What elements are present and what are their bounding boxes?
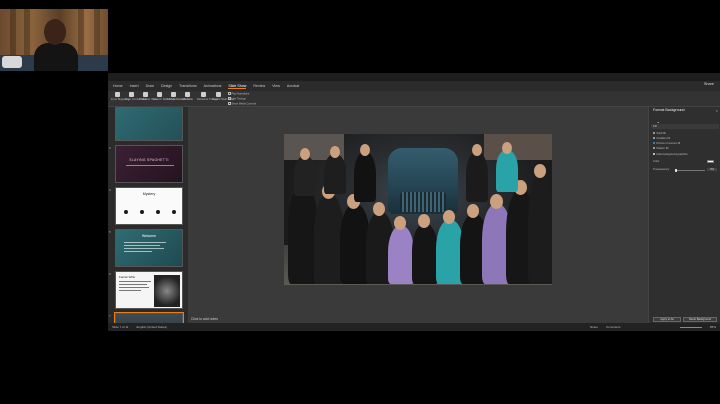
ribbon-tabs: Home Insert Draw Design Transitions Anim… — [108, 81, 720, 91]
group-photo-image[interactable] — [284, 134, 552, 285]
powerpoint-window: Home Insert Draw Design Transitions Anim… — [108, 73, 720, 331]
ribbon-toolbar: From Beginning From Current Slide Presen… — [108, 91, 720, 107]
fill-section-header[interactable]: Fill — [651, 124, 719, 129]
language-indicator[interactable]: English (United States) — [136, 325, 167, 329]
presenter-view-button[interactable]: Presenter View — [139, 92, 157, 105]
zoom-slider[interactable] — [680, 326, 702, 328]
tab-view[interactable]: View — [272, 84, 280, 88]
slide-canvas[interactable] — [188, 107, 648, 323]
record-icon — [215, 92, 221, 97]
notes-toggle[interactable]: Notes — [590, 325, 598, 329]
notes-area[interactable]: Click to add notes — [188, 315, 648, 323]
slide-thumbnail-7[interactable]: 7 — [109, 312, 184, 323]
tab-animations[interactable]: Animations — [204, 84, 222, 88]
show-media-controls-check[interactable]: Show Media Controls — [228, 102, 256, 106]
tab-transitions[interactable]: Transitions — [179, 84, 196, 88]
format-background-pane: Format Background × ◒ Fill Solid fill Gr… — [648, 107, 720, 323]
transparency-label: Transparency — [653, 168, 670, 171]
hide-slide-button[interactable]: Hide Slide — [181, 92, 193, 105]
reset-background-button[interactable]: Reset Background — [683, 317, 717, 322]
slide-thumbnails-panel: 2 3 SLAYING SPAGHETTI 4 Mystery 5 Welcom… — [108, 107, 188, 323]
from-current-slide-button[interactable]: From Current Slide — [125, 92, 147, 105]
transparency-input[interactable]: 0% — [707, 168, 717, 172]
hide-slide-icon — [184, 92, 190, 97]
share-button[interactable]: Share — [704, 82, 714, 86]
record-slide-show-button[interactable]: Record Slide Show — [212, 92, 234, 105]
checkbox-icon — [228, 92, 231, 95]
close-icon[interactable]: × — [716, 108, 718, 113]
custom-show-icon — [156, 92, 162, 97]
tab-acrobat[interactable]: Acrobat — [287, 84, 299, 88]
slide-thumbnail-3[interactable]: 3 SLAYING SPAGHETTI — [109, 145, 183, 183]
solid-fill-radio[interactable]: Solid fill — [653, 132, 666, 135]
tab-slide-show[interactable]: Slide Show — [228, 84, 247, 89]
title-bar — [108, 73, 720, 81]
play-narrations-check[interactable]: Play Narrations — [228, 92, 249, 96]
tab-home[interactable]: Home — [113, 84, 123, 88]
color-picker[interactable] — [707, 160, 714, 164]
setup-icon — [170, 92, 176, 97]
slide-thumbnail-6[interactable]: 6 Farrah Wills — [109, 271, 183, 309]
set-up-slide-show-button[interactable]: Set Up Slide Show — [167, 92, 189, 105]
webcam-video — [0, 9, 108, 71]
tab-insert[interactable]: Insert — [130, 84, 139, 88]
from-beginning-button[interactable]: From Beginning — [111, 92, 129, 105]
zoom-level[interactable]: 85% — [710, 325, 716, 329]
comments-toggle[interactable]: Comments — [606, 325, 621, 329]
picture-fill-radio[interactable]: Picture or texture fill — [653, 142, 680, 145]
apply-to-all-button[interactable]: Apply to All — [653, 317, 681, 322]
gradient-fill-radio[interactable]: Gradient fill — [653, 137, 670, 140]
status-bar: Slide 7 of 11 English (United States) No… — [108, 323, 720, 331]
checkbox-icon — [228, 97, 231, 100]
pane-title: Format Background — [653, 108, 685, 112]
rehearse-timings-button[interactable]: Rehearse Timings — [197, 92, 218, 105]
pattern-fill-radio[interactable]: Pattern fill — [653, 147, 668, 150]
tab-draw[interactable]: Draw — [146, 84, 154, 88]
transparency-slider[interactable] — [675, 169, 705, 172]
hide-background-graphics-check[interactable]: Hide background graphics — [653, 153, 688, 156]
slider-handle[interactable] — [675, 169, 677, 172]
play-current-icon — [128, 92, 134, 97]
tab-design[interactable]: Design — [161, 84, 172, 88]
timer-icon — [200, 92, 206, 97]
slide-thumbnail-5[interactable]: 5 Welcome — [109, 229, 183, 267]
slide-counter: Slide 7 of 11 — [112, 325, 129, 329]
slide-thumbnail-2[interactable]: 2 — [109, 107, 183, 141]
presenter-icon — [142, 92, 148, 97]
checkbox-icon — [228, 102, 231, 105]
custom-slide-show-button[interactable]: Custom Slide Show — [153, 92, 176, 105]
use-timings-check[interactable]: Use Timings — [228, 97, 246, 101]
tab-review[interactable]: Review — [253, 84, 265, 88]
slide-thumbnail-4[interactable]: 4 Mystery — [109, 187, 183, 225]
color-label: Color — [653, 160, 660, 163]
play-icon — [114, 92, 120, 97]
